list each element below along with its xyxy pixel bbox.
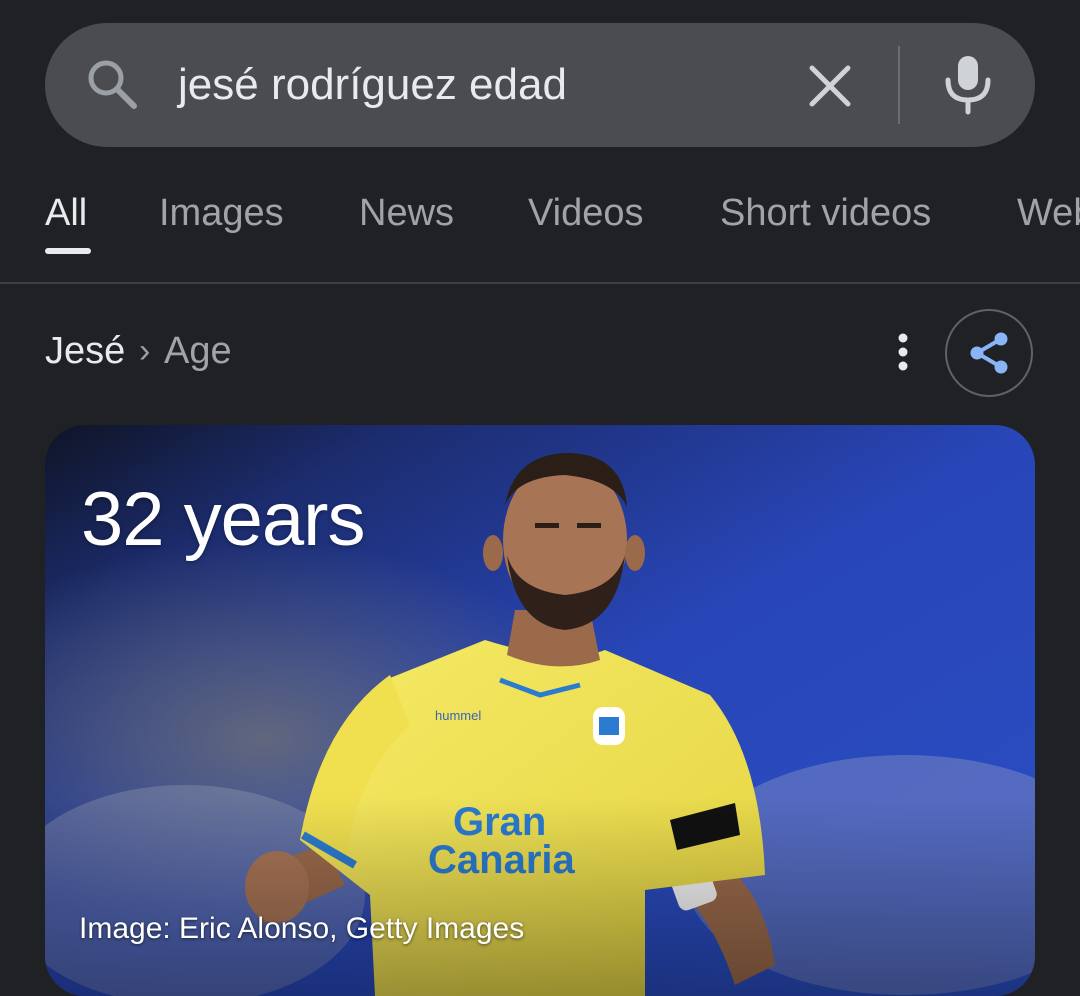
search-results-page: jesé rodríguez edad All Images News Vide… bbox=[0, 0, 1080, 996]
tab-all[interactable]: All bbox=[45, 188, 87, 238]
tab-web[interactable]: Web bbox=[1017, 188, 1080, 238]
share-icon bbox=[970, 332, 1008, 374]
answer-card[interactable]: hummel Gran Canaria 32 years Image: Eric… bbox=[45, 425, 1035, 996]
more-vert-icon[interactable] bbox=[886, 330, 920, 374]
tab-images[interactable]: Images bbox=[159, 188, 284, 238]
search-bar-divider bbox=[898, 46, 900, 124]
tab-short-videos[interactable]: Short videos bbox=[720, 188, 931, 238]
age-answer: 32 years bbox=[81, 477, 365, 562]
breadcrumb-attribute: Age bbox=[164, 330, 232, 372]
mic-icon[interactable] bbox=[940, 52, 996, 116]
active-tab-indicator bbox=[45, 248, 91, 254]
breadcrumb-entity[interactable]: Jesé bbox=[45, 327, 125, 375]
share-button[interactable] bbox=[945, 309, 1033, 397]
search-input[interactable]: jesé rodríguez edad bbox=[178, 55, 567, 115]
close-icon[interactable] bbox=[800, 56, 860, 116]
search-icon bbox=[88, 60, 137, 109]
tabs-divider bbox=[0, 282, 1080, 284]
breadcrumb-separator: › bbox=[139, 332, 151, 370]
image-credit: Image: Eric Alonso, Getty Images bbox=[79, 912, 525, 945]
tab-news[interactable]: News bbox=[359, 188, 454, 238]
tab-videos[interactable]: Videos bbox=[528, 188, 644, 238]
